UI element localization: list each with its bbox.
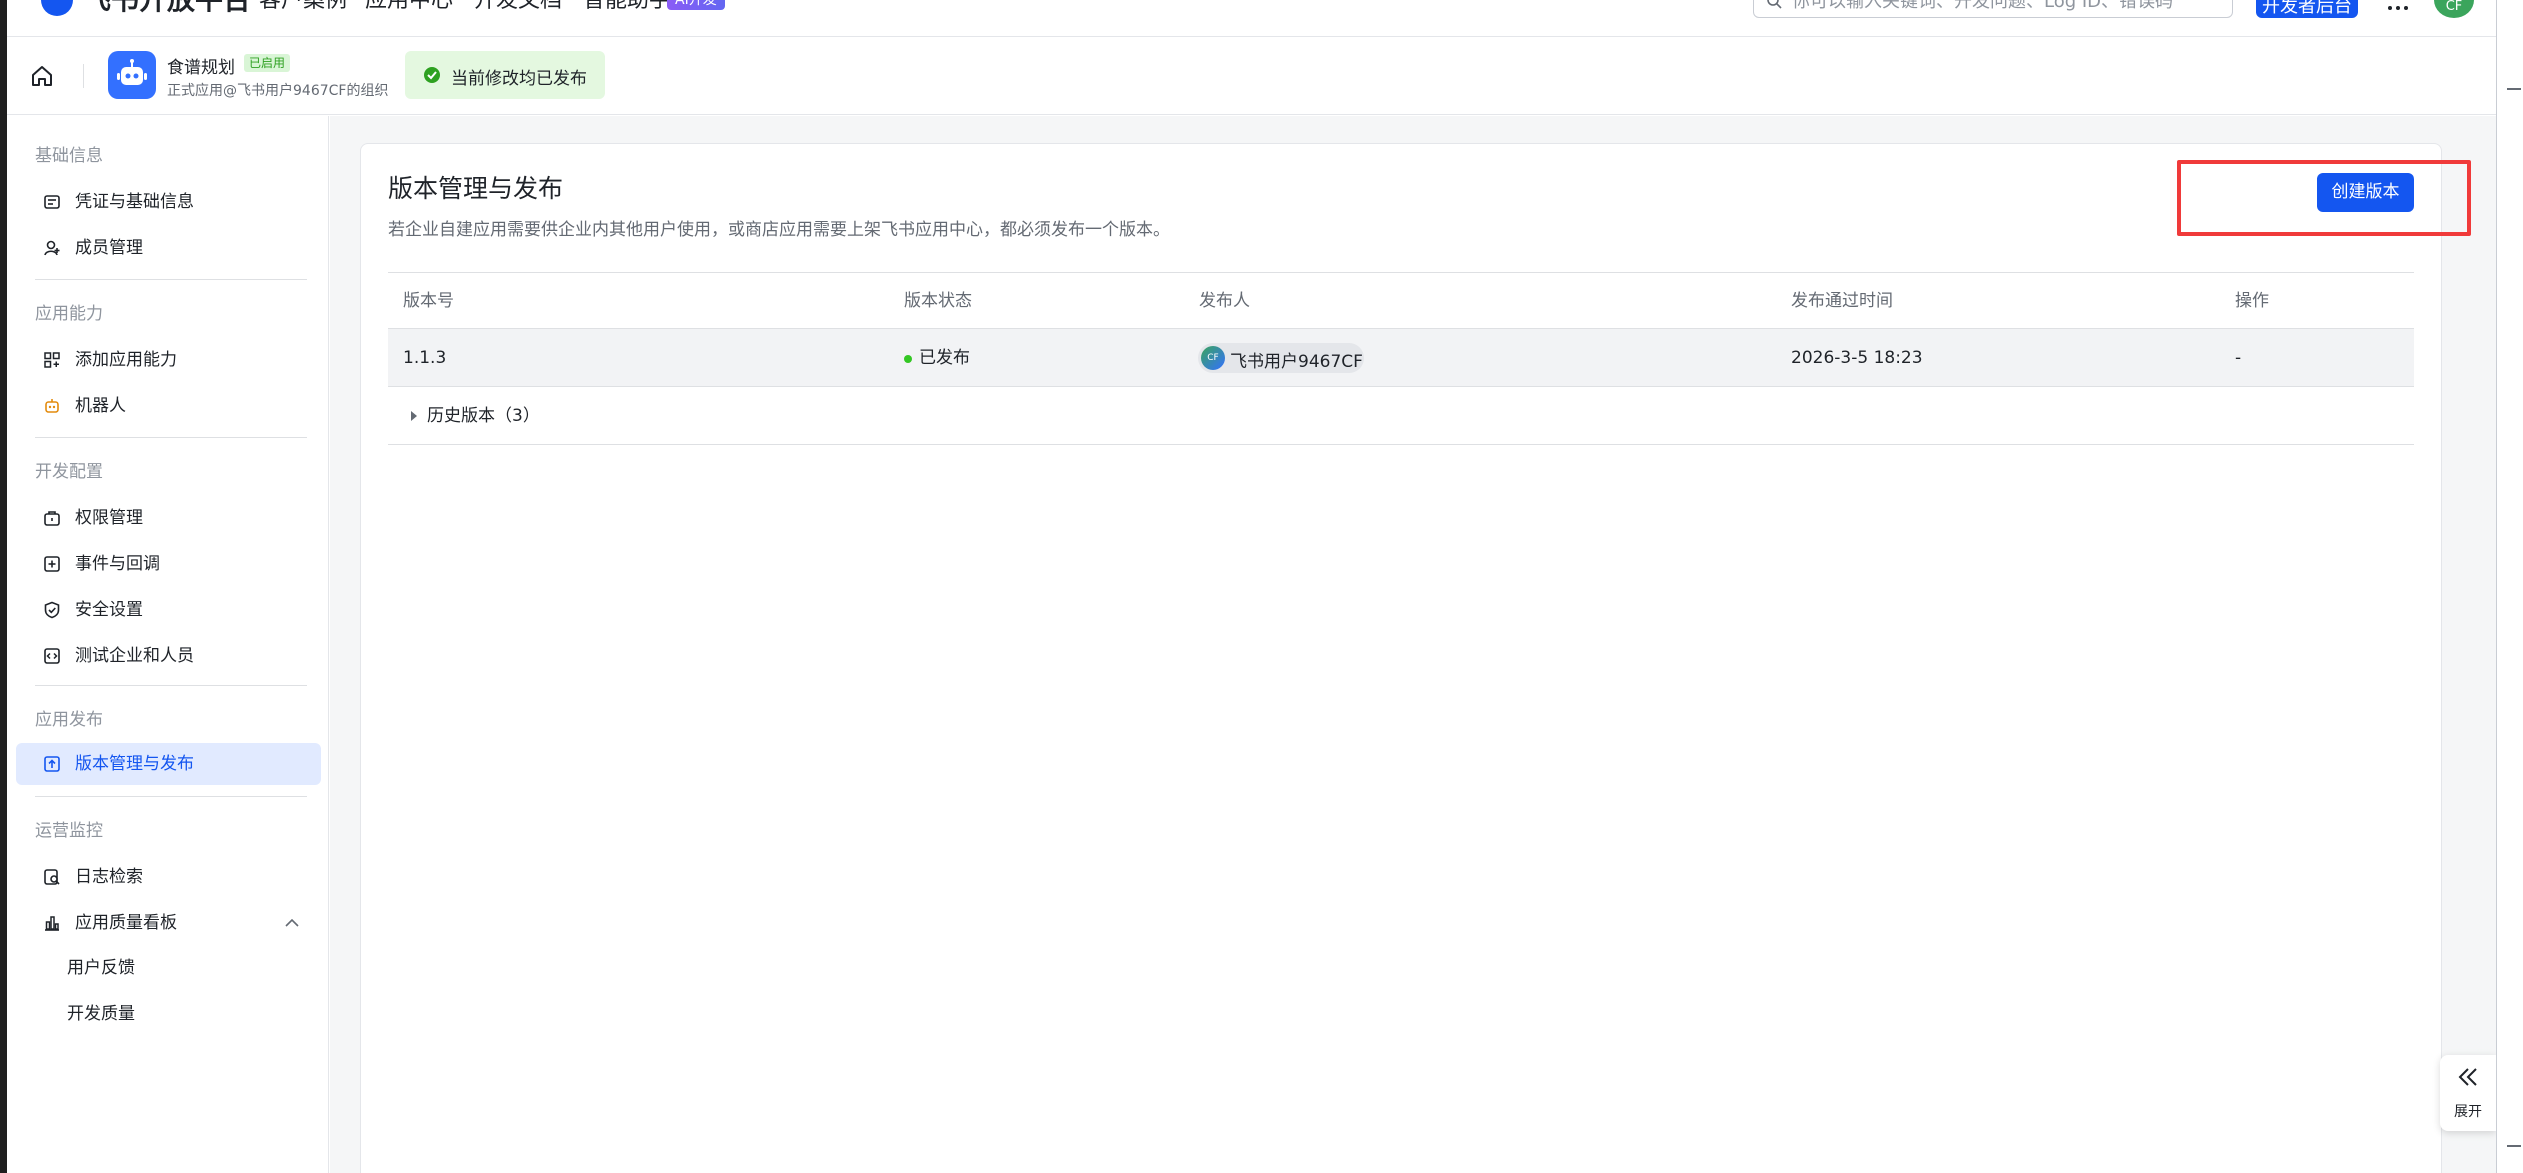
publish-status-text: 当前修改均已发布 <box>451 69 587 89</box>
apps-add-icon <box>44 352 60 368</box>
sidebar-item-label: 应用质量看板 <box>75 913 177 933</box>
app-header-bar: 食谱规划 已启用 正式应用@飞书用户9467CF的组织 当前修改均已发布 <box>7 38 2496 115</box>
column-header-time: 发布通过时间 <box>1791 291 1893 311</box>
id-card-icon <box>44 195 60 209</box>
search-icon <box>1767 0 1782 9</box>
bar-chart-icon <box>45 916 59 931</box>
robot-icon <box>45 399 59 413</box>
sidebar-item-label: 机器人 <box>75 396 126 416</box>
upload-box-icon <box>44 756 60 772</box>
expand-label: 展开 <box>2454 1104 2482 1120</box>
cell-actions: - <box>2235 348 2242 368</box>
column-header-publisher: 发布人 <box>1199 291 1250 311</box>
table-row[interactable]: 1.1.3 已发布 CF 飞书用户9467CF 2026-3-5 18:23 - <box>388 329 2414 387</box>
nav-app-center[interactable]: 应用中心 <box>365 0 453 12</box>
publisher-name: 飞书用户9467CF <box>1230 352 1363 372</box>
divider <box>35 279 307 280</box>
section-title-basic: 基础信息 <box>35 146 103 166</box>
nav-dev-docs[interactable]: 开发文档 <box>474 0 562 12</box>
cell-status: 已发布 <box>919 348 970 368</box>
edge-mark <box>2507 1145 2521 1147</box>
section-title-release: 应用发布 <box>35 710 103 730</box>
sidebar-item-label: 凭证与基础信息 <box>75 192 194 212</box>
brand-logo-icon[interactable] <box>41 0 73 16</box>
app-subtitle: 正式应用@飞书用户9467CF的组织 <box>167 83 389 99</box>
shield-check-icon <box>44 601 60 619</box>
sidebar-subitem-dev-quality[interactable]: 开发质量 <box>67 1003 135 1025</box>
sidebar-subitem-user-feedback[interactable]: 用户反馈 <box>67 957 135 979</box>
robot-app-icon <box>108 51 156 99</box>
divider <box>35 685 307 686</box>
search-input[interactable]: 你可以输入关键词、开发问题、Log ID、错误码 <box>1753 0 2233 18</box>
sidebar: 基础信息 凭证与基础信息 成员管理 应用能力 添加应用能力 机器人 开发配置 权… <box>7 116 329 1173</box>
cell-version: 1.1.3 <box>403 348 447 368</box>
column-header-status: 版本状态 <box>904 291 972 311</box>
sidebar-item-test-tenants[interactable]: 测试企业和人员 <box>16 635 321 677</box>
sidebar-item-log-search[interactable]: 日志检索 <box>16 856 321 898</box>
caret-right-icon <box>411 411 417 421</box>
edge-mark <box>2507 88 2521 90</box>
section-title-capabilities: 应用能力 <box>35 304 103 324</box>
app-name: 食谱规划 <box>167 58 235 78</box>
event-add-icon <box>44 556 60 572</box>
sidebar-item-label: 日志检索 <box>75 867 143 887</box>
section-title-monitoring: 运营监控 <box>35 821 103 841</box>
sidebar-item-events[interactable]: 事件与回调 <box>16 543 321 585</box>
status-dot <box>904 355 912 363</box>
home-icon[interactable] <box>29 63 55 89</box>
nav-ai-assistant[interactable]: 智能助手 <box>583 0 671 12</box>
briefcase-lock-icon <box>44 511 60 526</box>
sidebar-item-label: 权限管理 <box>75 508 143 528</box>
sidebar-item-permissions[interactable]: 权限管理 <box>16 497 321 539</box>
user-avatar[interactable]: CF <box>2434 0 2474 18</box>
publish-status-pill: 当前修改均已发布 <box>405 51 605 99</box>
ai-badge: AI开发 <box>667 0 725 10</box>
publisher-chip[interactable]: CF 飞书用户9467CF <box>1198 343 1364 373</box>
cell-time: 2026-3-5 18:23 <box>1791 348 1923 368</box>
page: 飞书开放平台 客户案例 应用中心 开发文档 智能助手 AI开发 你可以输入关键词… <box>0 0 2523 1173</box>
highlight-annotation-box <box>2177 160 2471 236</box>
avatar: CF <box>1201 346 1225 370</box>
sidebar-item-label: 事件与回调 <box>75 554 160 574</box>
sidebar-item-add-capability[interactable]: 添加应用能力 <box>16 339 321 381</box>
search-placeholder: 你可以输入关键词、开发问题、Log ID、错误码 <box>1792 0 2174 12</box>
sidebar-item-members[interactable]: 成员管理 <box>16 227 321 269</box>
chevron-up-icon[interactable] <box>285 919 299 927</box>
sidebar-item-label: 成员管理 <box>75 238 143 258</box>
sidebar-item-quality-dashboard[interactable]: 应用质量看板 <box>16 902 321 944</box>
app-status-tag: 已启用 <box>244 54 291 72</box>
sidebar-item-credentials[interactable]: 凭证与基础信息 <box>16 181 321 223</box>
sidebar-item-label: 测试企业和人员 <box>75 646 194 666</box>
top-navigation: 飞书开放平台 客户案例 应用中心 开发文档 智能助手 AI开发 你可以输入关键词… <box>7 0 2496 37</box>
divider <box>35 437 307 438</box>
table-header: 版本号 版本状态 发布人 发布通过时间 操作 <box>388 272 2414 329</box>
brand-title[interactable]: 飞书开放平台 <box>83 0 251 14</box>
divider <box>35 796 307 797</box>
sidebar-item-security[interactable]: 安全设置 <box>16 589 321 631</box>
column-header-version: 版本号 <box>403 291 454 311</box>
divider <box>83 64 84 88</box>
page-description: 若企业自建应用需要供企业内其他用户使用，或商店应用需要上架飞书应用中心，都必须发… <box>388 220 1170 240</box>
apps-grid-icon[interactable] <box>2387 2 2409 12</box>
user-add-icon <box>44 240 60 256</box>
double-chevron-left-icon <box>2458 1068 2477 1086</box>
sidebar-item-label: 版本管理与发布 <box>75 754 194 774</box>
history-versions-toggle[interactable]: 历史版本（3） <box>388 387 2414 445</box>
sidebar-item-label: 安全设置 <box>75 600 143 620</box>
check-circle-icon <box>424 67 440 83</box>
sidebar-item-label: 添加应用能力 <box>75 350 177 370</box>
sidebar-item-version-release[interactable]: 版本管理与发布 <box>16 743 321 785</box>
developer-console-button[interactable]: 开发者后台 <box>2256 0 2358 18</box>
section-title-dev-config: 开发配置 <box>35 462 103 482</box>
page-title: 版本管理与发布 <box>388 174 564 203</box>
column-header-actions: 操作 <box>2235 291 2269 311</box>
code-box-icon <box>44 648 60 664</box>
log-search-icon <box>44 869 60 885</box>
expand-panel-button[interactable]: 展开 <box>2440 1055 2496 1131</box>
window-right-edge <box>2496 0 2523 1173</box>
history-versions-label: 历史版本（3） <box>427 406 540 426</box>
sidebar-item-bot[interactable]: 机器人 <box>16 385 321 427</box>
nav-customer-cases[interactable]: 客户案例 <box>259 0 347 12</box>
window-left-edge <box>0 0 7 1173</box>
